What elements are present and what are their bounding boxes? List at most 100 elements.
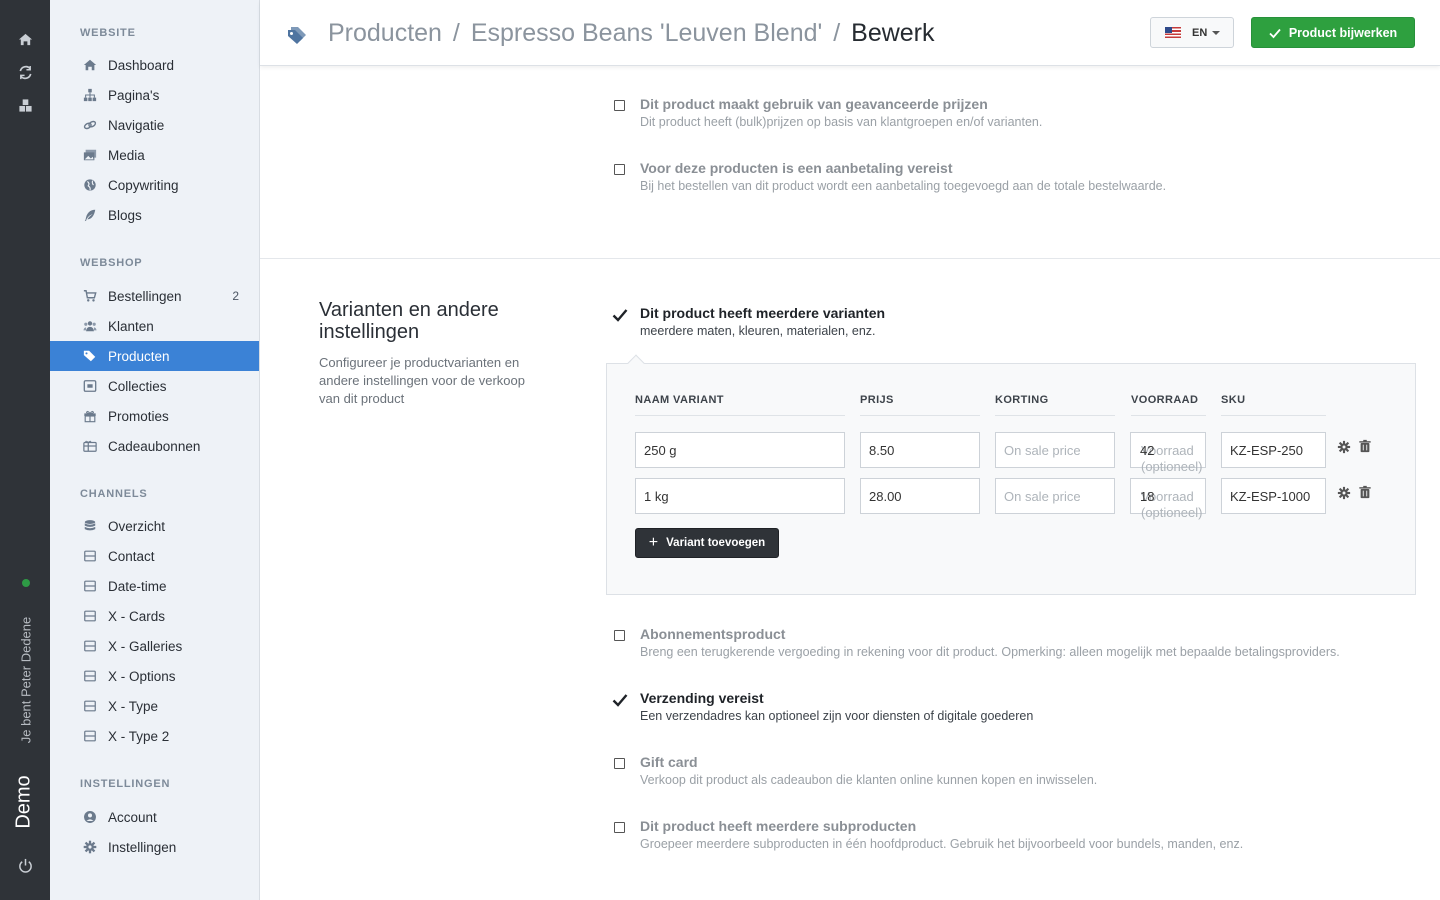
column-header-stock: VOORRAAD <box>1131 394 1206 416</box>
sidebar-item-media[interactable]: Media <box>50 140 259 170</box>
add-variant-label: Variant toevoegen <box>666 537 766 549</box>
sidebar-item-x-type[interactable]: X - Type <box>50 691 259 721</box>
stock-placeholder-optional: (optioneel) <box>1141 459 1203 474</box>
column-header-sku: SKU <box>1221 394 1326 416</box>
user-circle-icon <box>82 809 98 825</box>
option-title: Verzending vereist <box>640 690 764 706</box>
sidebar-item-account[interactable]: Account <box>50 802 259 832</box>
variant-discount-input[interactable]: On sale price <box>995 432 1115 468</box>
current-user-label: Je bent Peter Dedene <box>18 616 34 744</box>
sidebar-item-label: Overzicht <box>108 518 166 534</box>
sidebar-item-overzicht[interactable]: Overzicht <box>50 511 259 541</box>
option-description: meerdere maten, kleuren, materialen, enz… <box>640 324 876 338</box>
app-rail: Je bent Peter Dedene Demo <box>0 0 50 900</box>
sidebar-item-promoties[interactable]: Promoties <box>50 401 259 431</box>
home-icon <box>82 57 98 73</box>
sidebar-item-label: Klanten <box>108 318 154 334</box>
sidebar-item-label: X - Type 2 <box>108 728 170 744</box>
sidebar-item-x-options[interactable]: X - Options <box>50 661 259 691</box>
sidebar-item-bestellingen[interactable]: Bestellingen 2 <box>50 281 259 311</box>
sidebar-item-contact[interactable]: Contact <box>50 541 259 571</box>
channel-icon <box>82 728 98 744</box>
sidebar-section-title: INSTELLINGEN <box>80 778 171 790</box>
trash-icon[interactable] <box>1358 485 1372 499</box>
option-description: Groepeer meerdere subproducten in één ho… <box>640 837 1244 851</box>
add-variant-button[interactable]: + Variant toevoegen <box>635 528 779 558</box>
sidebar-item-cadeaubonnen[interactable]: Cadeaubonnen <box>50 431 259 461</box>
gear-icon[interactable] <box>1337 486 1351 500</box>
feather-icon <box>82 207 98 223</box>
checkmark-icon[interactable] <box>612 307 628 323</box>
variant-name-input[interactable]: 1 kg <box>635 478 845 514</box>
language-dropdown[interactable]: EN <box>1150 17 1234 48</box>
sidebar-item-blogs[interactable]: Blogs <box>50 200 259 230</box>
gear-icon[interactable] <box>1337 440 1351 454</box>
power-icon[interactable] <box>17 857 33 873</box>
sidebar-item-instellingen[interactable]: Instellingen <box>50 832 259 862</box>
variant-sku-input[interactable]: KZ-ESP-250 <box>1221 432 1326 468</box>
sidebar-item-label: X - Options <box>108 668 176 684</box>
variant-stock-input[interactable]: Voorraad (optioneel) 18 <box>1130 478 1206 520</box>
tags-icon <box>82 348 98 364</box>
checkmark-icon[interactable] <box>612 692 628 708</box>
sidebar-item-label: Account <box>108 809 157 825</box>
variant-price-input[interactable]: 8.50 <box>860 432 980 468</box>
tags-icon <box>288 27 306 44</box>
gift-card-checkbox[interactable] <box>614 758 625 769</box>
breadcrumb-current: Bewerk <box>851 19 935 47</box>
sidebar-item-producten[interactable]: Producten <box>50 341 259 371</box>
breadcrumb-product[interactable]: Espresso Beans 'Leuven Blend' <box>471 19 822 47</box>
sidebar-item-paginas[interactable]: Pagina's <box>50 80 259 110</box>
sidebar-item-label: Contact <box>108 548 155 564</box>
deposit-checkbox[interactable] <box>614 164 625 175</box>
variant-name-input[interactable]: 250 g <box>635 432 845 468</box>
breadcrumb-separator: / <box>833 19 841 47</box>
option-description: Bij het bestellen van dit product wordt … <box>640 179 1167 193</box>
sidebar-item-x-cards[interactable]: X - Cards <box>50 601 259 631</box>
option-title: Dit product maakt gebruik van geavanceer… <box>640 96 988 112</box>
sidebar-item-x-type-2[interactable]: X - Type 2 <box>50 721 259 751</box>
breadcrumb-producten[interactable]: Producten <box>328 19 442 47</box>
home-icon[interactable] <box>17 31 33 47</box>
cubes-icon[interactable] <box>17 97 33 113</box>
channel-icon <box>82 578 98 594</box>
sidebar-item-navigatie[interactable]: Navigatie <box>50 110 259 140</box>
sidebar-item-date-time[interactable]: Date-time <box>50 571 259 601</box>
users-icon <box>82 318 98 334</box>
subproducts-checkbox[interactable] <box>614 822 625 833</box>
option-title: Dit product heeft meerdere subproducten <box>640 818 917 834</box>
variant-sku-input[interactable]: KZ-ESP-1000 <box>1221 478 1326 514</box>
sidebar-item-klanten[interactable]: Klanten <box>50 311 259 341</box>
option-description: Dit product heeft (bulk)prijzen op basis… <box>640 115 1043 129</box>
refresh-icon[interactable] <box>17 64 33 80</box>
sidebar-item-collecties[interactable]: Collecties <box>50 371 259 401</box>
variant-stock-input[interactable]: Voorraad (optioneel) 42 <box>1130 432 1206 474</box>
page-header: Producten / Espresso Beans 'Leuven Blend… <box>260 0 1440 66</box>
update-product-button[interactable]: Product bijwerken <box>1251 17 1415 48</box>
option-title: Dit product heeft meerdere varianten <box>640 305 886 321</box>
option-description: Verkoop dit product als cadeaubon die kl… <box>640 773 1098 787</box>
sidebar-item-label: X - Type <box>108 698 159 714</box>
sidebar-item-label: Cadeaubonnen <box>108 438 201 454</box>
main-content: Dit product maakt gebruik van geavanceer… <box>260 66 1440 900</box>
sidebar-section-title: CHANNELS <box>80 488 148 500</box>
sidebar-item-label: Dashboard <box>108 57 175 73</box>
variants-panel: NAAM VARIANT PRIJS KORTING VOORRAAD SKU … <box>606 363 1416 595</box>
stock-placeholder-optional: (optioneel) <box>1141 505 1203 520</box>
column-header-name: NAAM VARIANT <box>635 394 845 416</box>
plus-icon: + <box>648 534 659 551</box>
sitemap-icon <box>82 87 98 103</box>
sidebar-item-dashboard[interactable]: Dashboard <box>50 50 259 80</box>
sidebar-item-x-galleries[interactable]: X - Galleries <box>50 631 259 661</box>
advanced-pricing-checkbox[interactable] <box>614 100 625 111</box>
variant-price-input[interactable]: 28.00 <box>860 478 980 514</box>
column-header-discount: KORTING <box>995 394 1115 416</box>
sidebar: WEBSITE Dashboard Pagina's Navigatie Med… <box>50 0 260 900</box>
trash-icon[interactable] <box>1358 439 1372 453</box>
subscription-checkbox[interactable] <box>614 630 625 641</box>
sidebar-item-copywriting[interactable]: Copywriting <box>50 170 259 200</box>
breadcrumb: Producten / Espresso Beans 'Leuven Blend… <box>328 19 935 48</box>
stock-value: 42 <box>1140 443 1155 458</box>
sidebar-item-label: Media <box>108 147 145 163</box>
variant-discount-input[interactable]: On sale price <box>995 478 1115 514</box>
